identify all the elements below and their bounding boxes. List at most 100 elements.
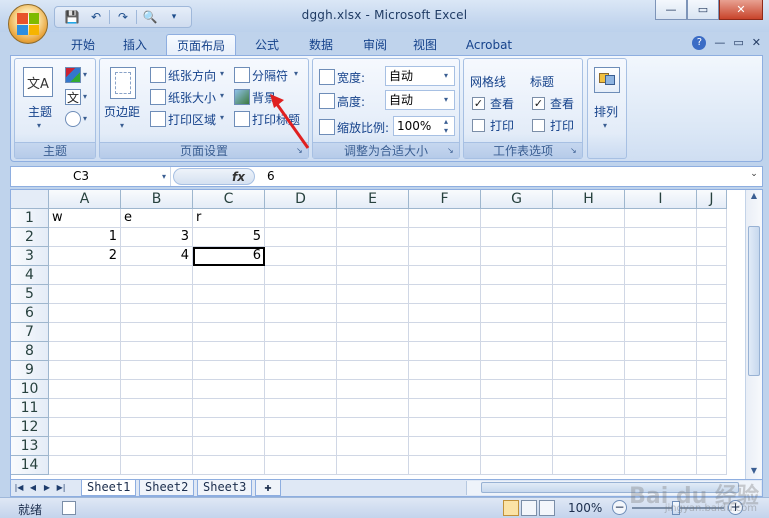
save-button[interactable]: 💾	[61, 8, 83, 26]
print-preview-button[interactable]: 🔍	[139, 8, 161, 26]
cell-g1[interactable]	[481, 209, 553, 228]
cell-a12[interactable]	[49, 418, 121, 437]
cell-j9[interactable]	[697, 361, 727, 380]
insert-function-icon[interactable]: fx	[232, 169, 245, 185]
cell-c1[interactable]: r	[193, 209, 265, 228]
cell-h5[interactable]	[553, 285, 625, 304]
theme-effects-icon[interactable]	[65, 111, 81, 127]
row-header[interactable]: 3	[11, 247, 49, 266]
cell-b4[interactable]	[121, 266, 193, 285]
row-header[interactable]: 5	[11, 285, 49, 304]
cell-d6[interactable]	[265, 304, 337, 323]
cell-c11[interactable]	[193, 399, 265, 418]
cell-h9[interactable]	[553, 361, 625, 380]
vertical-scrollbar[interactable]: ▲ ▼	[745, 190, 762, 479]
theme-button-label[interactable]: 主题	[28, 103, 52, 120]
cell-b6[interactable]	[121, 304, 193, 323]
zoom-in-button[interactable]: +	[728, 500, 743, 515]
cell-j8[interactable]	[697, 342, 727, 361]
name-box[interactable]: C3 ▾	[11, 167, 171, 186]
cell-i6[interactable]	[625, 304, 697, 323]
cell-d12[interactable]	[265, 418, 337, 437]
cell-j12[interactable]	[697, 418, 727, 437]
cell-g4[interactable]	[481, 266, 553, 285]
cell-d10[interactable]	[265, 380, 337, 399]
sheet-tab-1[interactable]: Sheet1	[81, 480, 137, 496]
cell-h10[interactable]	[553, 380, 625, 399]
cell-g3[interactable]	[481, 247, 553, 266]
column-header[interactable]: I	[625, 190, 697, 209]
zoom-slider-thumb[interactable]	[672, 501, 680, 515]
cell-e13[interactable]	[337, 437, 409, 456]
cell-e6[interactable]	[337, 304, 409, 323]
paper-size-icon[interactable]	[150, 89, 166, 105]
cell-d8[interactable]	[265, 342, 337, 361]
cell-d5[interactable]	[265, 285, 337, 304]
cell-j6[interactable]	[697, 304, 727, 323]
cell-i11[interactable]	[625, 399, 697, 418]
cell-f3[interactable]	[409, 247, 481, 266]
cell-f11[interactable]	[409, 399, 481, 418]
cell-i4[interactable]	[625, 266, 697, 285]
minimize-button[interactable]: —	[655, 0, 687, 20]
cell-j14[interactable]	[697, 456, 727, 475]
cell-j4[interactable]	[697, 266, 727, 285]
cell-f12[interactable]	[409, 418, 481, 437]
undo-button[interactable]: ↶	[85, 8, 107, 26]
cell-j2[interactable]	[697, 228, 727, 247]
office-button[interactable]	[8, 4, 48, 44]
cell-j1[interactable]	[697, 209, 727, 228]
cell-e5[interactable]	[337, 285, 409, 304]
cell-b3[interactable]: 4	[121, 247, 193, 266]
cell-j13[interactable]	[697, 437, 727, 456]
cell-i2[interactable]	[625, 228, 697, 247]
tab-data[interactable]: 数据	[296, 34, 346, 56]
cell-a14[interactable]	[49, 456, 121, 475]
first-sheet-icon[interactable]: |◀	[13, 481, 25, 495]
tab-formulas[interactable]: 公式	[242, 34, 292, 56]
close-button[interactable]: ✕	[719, 0, 763, 20]
page-layout-view-button[interactable]	[521, 500, 537, 516]
cell-h12[interactable]	[553, 418, 625, 437]
cell-b8[interactable]	[121, 342, 193, 361]
cell-h2[interactable]	[553, 228, 625, 247]
row-header[interactable]: 2	[11, 228, 49, 247]
cell-f14[interactable]	[409, 456, 481, 475]
cell-b2[interactable]: 3	[121, 228, 193, 247]
row-header[interactable]: 9	[11, 361, 49, 380]
cell-h6[interactable]	[553, 304, 625, 323]
sheet-tab-3[interactable]: Sheet3	[197, 480, 253, 496]
cell-a1[interactable]: w	[49, 209, 121, 228]
cell-h8[interactable]	[553, 342, 625, 361]
spinner-arrows-icon[interactable]: ▴ ▾	[440, 117, 452, 135]
zoom-out-button[interactable]: −	[612, 500, 627, 515]
cell-c13[interactable]	[193, 437, 265, 456]
cell-g11[interactable]	[481, 399, 553, 418]
theme-icon[interactable]: 文A	[23, 67, 53, 97]
ribbon-close-icon[interactable]: ✕	[752, 36, 761, 50]
cell-g7[interactable]	[481, 323, 553, 342]
cell-h7[interactable]	[553, 323, 625, 342]
breaks-icon[interactable]	[234, 67, 250, 83]
insert-sheet-button[interactable]: ✚	[255, 480, 281, 496]
cell-e7[interactable]	[337, 323, 409, 342]
margins-icon[interactable]	[110, 67, 136, 99]
column-header[interactable]: H	[553, 190, 625, 209]
cell-d7[interactable]	[265, 323, 337, 342]
cell-b5[interactable]	[121, 285, 193, 304]
row-header[interactable]: 10	[11, 380, 49, 399]
cell-j10[interactable]	[697, 380, 727, 399]
cell-a2[interactable]: 1	[49, 228, 121, 247]
cell-i3[interactable]	[625, 247, 697, 266]
cell-c14[interactable]	[193, 456, 265, 475]
macro-record-icon[interactable]	[62, 501, 76, 515]
cell-b11[interactable]	[121, 399, 193, 418]
cell-b1[interactable]: e	[121, 209, 193, 228]
row-header[interactable]: 14	[11, 456, 49, 475]
cell-b13[interactable]	[121, 437, 193, 456]
cell-j7[interactable]	[697, 323, 727, 342]
cell-g5[interactable]	[481, 285, 553, 304]
cell-f8[interactable]	[409, 342, 481, 361]
headings-print-checkbox[interactable]	[532, 119, 545, 132]
column-header[interactable]: J	[697, 190, 727, 209]
